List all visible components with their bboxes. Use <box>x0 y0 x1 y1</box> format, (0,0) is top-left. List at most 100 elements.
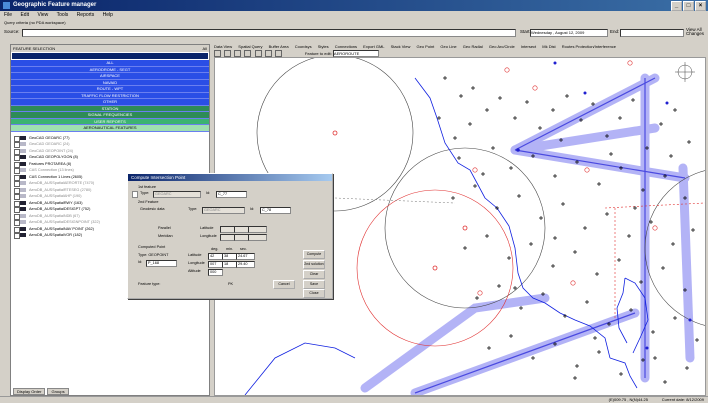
waypoint-cross[interactable] <box>597 182 601 186</box>
menu-edit[interactable]: Edit <box>20 12 29 18</box>
waypoint-cross[interactable] <box>685 366 689 370</box>
tab-styles[interactable]: Styles <box>318 44 329 49</box>
waypoint-cross[interactable] <box>617 258 621 262</box>
clear-button[interactable]: Clear <box>303 270 325 279</box>
waypoint-cross[interactable] <box>619 372 623 376</box>
waypoint-cross[interactable] <box>491 146 495 150</box>
waypoint-cross[interactable] <box>471 86 475 90</box>
tab-buffer-area[interactable]: Buffer Area <box>269 44 289 49</box>
waypoint-cross[interactable] <box>507 256 511 260</box>
waypoint-cross[interactable] <box>561 202 565 206</box>
red-geoarc-circle[interactable] <box>356 189 514 347</box>
waypoint-cross[interactable] <box>443 76 447 80</box>
first-feature-nav-icon[interactable] <box>132 191 138 198</box>
waypoint-cross[interactable] <box>453 136 457 140</box>
tab-geo-radial[interactable]: Geo Radial <box>463 44 483 49</box>
compute-button[interactable]: Compute <box>303 250 325 259</box>
waypoint-cross[interactable] <box>475 296 479 300</box>
waypoint-cross[interactable] <box>519 306 523 310</box>
save-button[interactable]: Save <box>303 280 325 289</box>
lon-min-input-2[interactable] <box>234 234 249 241</box>
waypoint-cross[interactable] <box>509 334 513 338</box>
altitude-field[interactable]: 000 <box>208 269 223 276</box>
category-item[interactable]: AERONAUTICAL FEATURES <box>11 125 209 132</box>
waypoint-cross[interactable] <box>457 156 461 160</box>
tab-display-order[interactable]: Display Order <box>13 388 46 395</box>
waypoint-cross[interactable] <box>551 264 555 268</box>
geoarc-circle-2[interactable] <box>384 147 546 309</box>
tab-mk-dist[interactable]: Mk Dist <box>542 44 555 49</box>
id1-field[interactable]: C_77 <box>216 191 247 198</box>
waypoint-cross[interactable] <box>691 228 695 232</box>
waypoint-cross[interactable] <box>597 350 601 354</box>
id2-field[interactable]: C_78 <box>260 207 291 214</box>
waypoint-cross[interactable] <box>463 246 467 250</box>
waypoint-cross[interactable] <box>663 380 667 384</box>
lat-deg-input-2[interactable] <box>220 226 235 233</box>
waypoint-cross[interactable] <box>605 212 609 216</box>
lon-deg-field[interactable]: 007 <box>208 261 223 268</box>
waypoint-cross[interactable] <box>669 154 673 158</box>
waypoint-cross[interactable] <box>473 184 477 188</box>
all-button[interactable]: All <box>203 45 207 52</box>
waypoint-cross[interactable] <box>575 364 579 368</box>
waypoint-cross[interactable] <box>631 98 635 102</box>
waypoint-cross[interactable] <box>671 242 675 246</box>
waypoint-cross[interactable] <box>553 236 557 240</box>
tab-coordsys[interactable]: Coordsys <box>295 44 312 49</box>
waypoint-cross[interactable] <box>529 242 533 246</box>
waypoint-cross[interactable] <box>481 172 485 176</box>
waypoint-cross[interactable] <box>513 116 517 120</box>
waypoint-cross[interactable] <box>673 108 677 112</box>
waypoint-cross[interactable] <box>497 284 501 288</box>
menu-file[interactable]: File <box>4 12 12 18</box>
menu-help[interactable]: Help <box>103 12 113 18</box>
waypoint-cross[interactable] <box>538 126 542 130</box>
close-dialog-button[interactable]: Close <box>303 289 325 298</box>
menu-view[interactable]: View <box>37 12 48 18</box>
geodesic-radio[interactable]: Geodesic data <box>140 207 165 212</box>
waypoint-cross[interactable] <box>551 108 555 112</box>
waypoint-cross[interactable] <box>498 96 502 100</box>
type1-field[interactable]: GEOARC <box>153 191 201 198</box>
waypoint-cross[interactable] <box>573 250 577 254</box>
minimize-button[interactable]: _ <box>671 1 682 11</box>
maximize-button[interactable]: □ <box>683 1 694 11</box>
waypoint-cross[interactable] <box>583 226 587 230</box>
lat-min-input-2[interactable] <box>234 226 249 233</box>
waypoint-cross[interactable] <box>595 272 599 276</box>
source-field[interactable] <box>22 29 516 37</box>
waypoint-cross[interactable] <box>653 356 657 360</box>
close-button[interactable]: × <box>695 1 706 11</box>
menu-reports[interactable]: Reports <box>77 12 95 18</box>
tab-stack-view[interactable]: Stack View <box>391 44 411 49</box>
lon-min-field[interactable]: 18 <box>222 261 237 268</box>
tab-export-gml[interactable]: Export GML <box>363 44 384 49</box>
lon-deg-input-2[interactable] <box>220 234 235 241</box>
start-date-field[interactable]: Wednesday , August 12, 2009 <box>530 29 608 37</box>
tab-intersect[interactable]: Intersect <box>521 44 536 49</box>
tab-geo-point[interactable]: Geo Point <box>416 44 434 49</box>
waypoint-cross[interactable] <box>468 122 472 126</box>
waypoint-cross[interactable] <box>687 140 691 144</box>
tab-connections[interactable]: Connections <box>335 44 357 49</box>
waypoint-cross[interactable] <box>695 338 699 342</box>
waypoint-cross[interactable] <box>593 336 597 340</box>
waypoint-cross[interactable] <box>525 100 529 104</box>
lon-sec-field[interactable]: 29.40 <box>236 261 255 268</box>
waypoint-cross[interactable] <box>485 108 489 112</box>
waypoint-cross[interactable] <box>618 116 622 120</box>
waypoint-cross[interactable] <box>539 216 543 220</box>
waypoint-cross[interactable] <box>651 330 655 334</box>
waypoint-cross[interactable] <box>485 234 489 238</box>
tab-groups[interactable]: Groups <box>47 388 69 395</box>
waypoint-cross[interactable] <box>553 174 557 178</box>
waypoint-cross[interactable] <box>659 122 663 126</box>
lat-sec-input-2[interactable] <box>248 226 267 233</box>
parallel-radio[interactable]: Parallel <box>158 226 171 231</box>
cancel-button[interactable]: Cancel <box>273 280 295 289</box>
tab-spatial-query[interactable]: Spatial Query <box>238 44 262 49</box>
feature-dropdown[interactable] <box>12 53 208 59</box>
waypoint-cross[interactable] <box>509 166 513 170</box>
waypoint-cross[interactable] <box>487 346 491 350</box>
